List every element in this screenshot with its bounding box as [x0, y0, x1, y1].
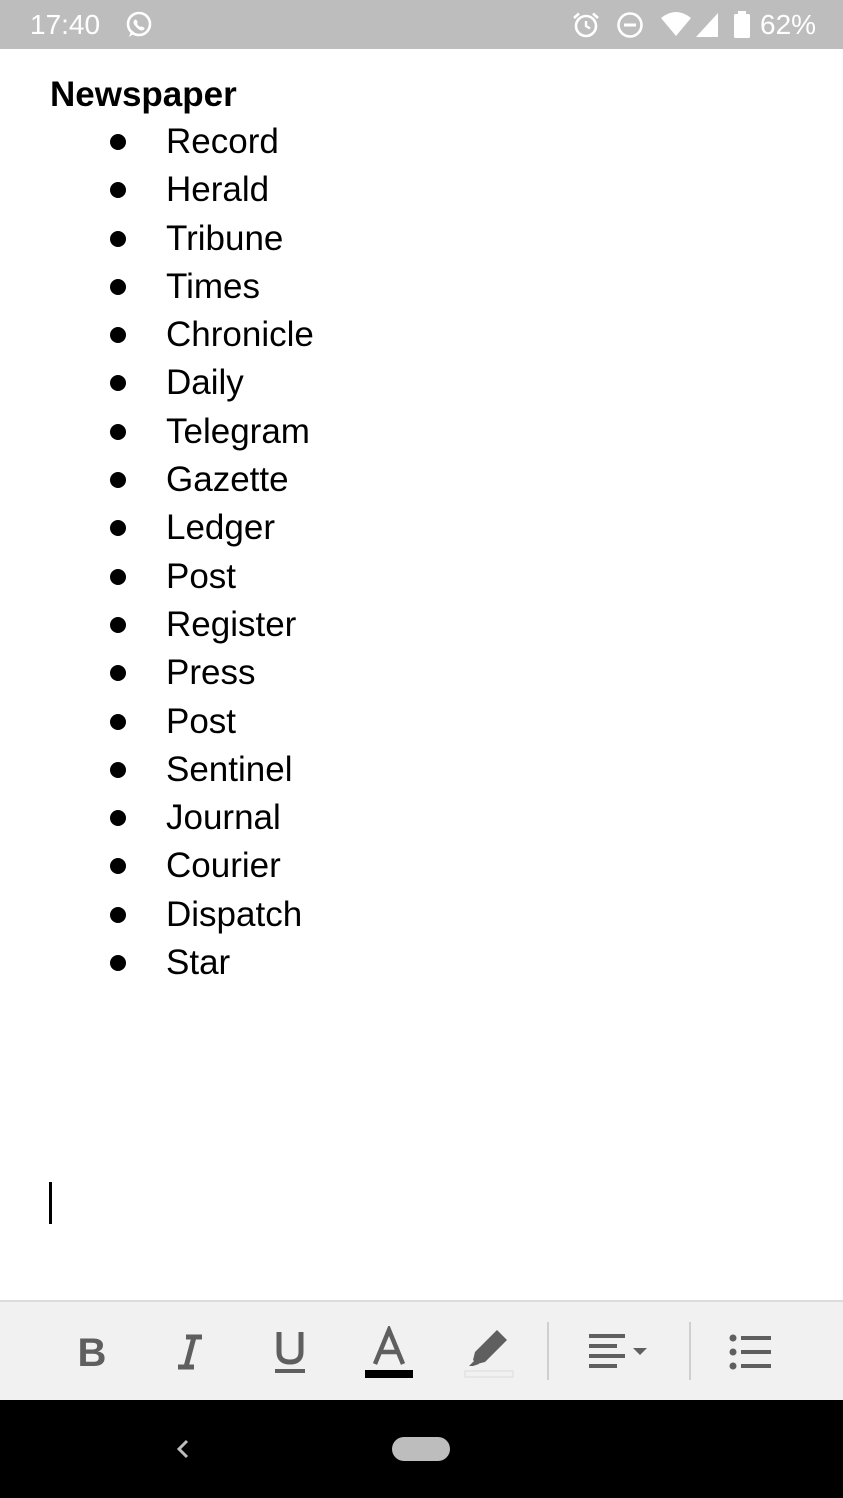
list-item[interactable]: Telegram	[0, 411, 500, 459]
cellular-signal-icon	[694, 10, 720, 40]
bullet-dot-icon	[110, 616, 126, 633]
list-item-text: Sentinel	[166, 749, 293, 789]
formatting-toolbar: B	[0, 1300, 843, 1400]
bullet-dot-icon	[110, 230, 126, 247]
list-item[interactable]: Courier	[0, 845, 500, 893]
back-icon[interactable]	[168, 1432, 198, 1466]
bullet-dot-icon	[110, 810, 126, 827]
toolbar-divider	[689, 1322, 691, 1380]
list-item[interactable]: Register	[0, 604, 500, 652]
bullet-dot-icon	[110, 278, 126, 295]
bullet-dot-icon	[110, 955, 126, 972]
bulleted-list-icon	[729, 1334, 771, 1370]
list-item-text: Telegram	[166, 411, 310, 451]
bullet-dot-icon	[110, 423, 126, 440]
bullet-dot-icon	[110, 713, 126, 730]
list-item-text: Record	[166, 122, 279, 161]
list-item-text: Daily	[166, 363, 244, 403]
underline-button[interactable]	[260, 1326, 320, 1378]
system-navigation-bar	[0, 1400, 843, 1498]
list-item[interactable]: Dispatch	[0, 894, 500, 942]
bullet-dot-icon	[110, 327, 126, 344]
list-item-text: Dispatch	[166, 894, 303, 934]
home-pill-button[interactable]	[392, 1437, 450, 1461]
bullet-dot-icon	[110, 761, 126, 778]
list-item[interactable]: Ledger	[0, 507, 500, 555]
align-button[interactable]	[583, 1326, 659, 1378]
list-item-text: Post	[166, 701, 237, 741]
bullet-dot-icon	[110, 568, 126, 585]
list-item[interactable]: Daily	[0, 362, 500, 410]
alarm-icon	[571, 10, 601, 40]
bold-icon: B	[78, 1331, 107, 1374]
list-item-text: Press	[166, 653, 256, 693]
text-color-button[interactable]	[359, 1326, 419, 1378]
list-item-text: Ledger	[166, 508, 275, 548]
list-item-text: Gazette	[166, 460, 289, 500]
list-item[interactable]: Press	[0, 652, 500, 700]
list-item[interactable]: Tribune	[0, 218, 500, 266]
list-item[interactable]: Herald	[0, 169, 500, 217]
text-cursor	[49, 1182, 52, 1224]
text-color-icon	[365, 1326, 413, 1378]
battery-percent: 62%	[760, 9, 817, 40]
list-item[interactable]: Post	[0, 556, 500, 604]
underline-icon	[275, 1332, 305, 1373]
italic-icon	[178, 1334, 202, 1370]
list-item[interactable]: Journal	[0, 797, 500, 845]
bullet-dot-icon	[110, 858, 126, 875]
toolbar-divider	[547, 1322, 549, 1380]
bold-button[interactable]: B	[62, 1326, 122, 1378]
italic-button[interactable]	[160, 1326, 220, 1378]
list-item[interactable]: Star	[0, 942, 500, 990]
list-item[interactable]: Record	[0, 121, 500, 169]
wifi-icon	[660, 10, 692, 40]
bullet-dot-icon	[110, 134, 126, 150]
bullet-dot-icon	[110, 665, 126, 682]
list-item-text: Journal	[166, 798, 281, 838]
list-item[interactable]: Post	[0, 701, 500, 749]
list-item-text: Chronicle	[166, 315, 314, 355]
list-item-text: Tribune	[166, 218, 284, 258]
list-item[interactable]: Times	[0, 266, 500, 314]
svg-text:B: B	[78, 1331, 107, 1374]
bullet-dot-icon	[110, 472, 126, 489]
battery-icon	[732, 10, 752, 40]
highlight-icon	[464, 1330, 514, 1378]
list-item[interactable]: Gazette	[0, 459, 500, 507]
bulleted-list-button[interactable]	[720, 1326, 780, 1378]
bullet-dot-icon	[110, 906, 126, 923]
bulleted-list[interactable]: Record Herald Tribune Times Chronicle Daily Te…	[0, 121, 500, 990]
list-item-text: Register	[166, 604, 297, 644]
list-item[interactable]: Chronicle	[0, 314, 500, 362]
align-icon	[589, 1334, 647, 1368]
bullet-dot-icon	[110, 182, 126, 199]
document-heading[interactable]: Newspaper	[50, 75, 237, 115]
bullet-dot-icon	[110, 520, 126, 537]
whatsapp-icon	[124, 10, 154, 40]
do-not-disturb-icon	[615, 10, 645, 40]
list-item-text: Times	[166, 266, 260, 306]
highlight-button[interactable]	[459, 1326, 519, 1378]
bullet-dot-icon	[110, 375, 126, 392]
document-editor[interactable]: Newspaper Record Herald Tribune Times Chroni…	[0, 49, 843, 1300]
list-item-text: Star	[166, 943, 231, 983]
status-bar: 17:40 62%	[0, 0, 843, 49]
list-item-text: Herald	[166, 170, 270, 210]
list-item[interactable]: Sentinel	[0, 749, 500, 797]
list-item-text: Courier	[166, 846, 281, 886]
status-time: 17:40	[30, 9, 101, 40]
list-item-text: Post	[166, 556, 237, 596]
